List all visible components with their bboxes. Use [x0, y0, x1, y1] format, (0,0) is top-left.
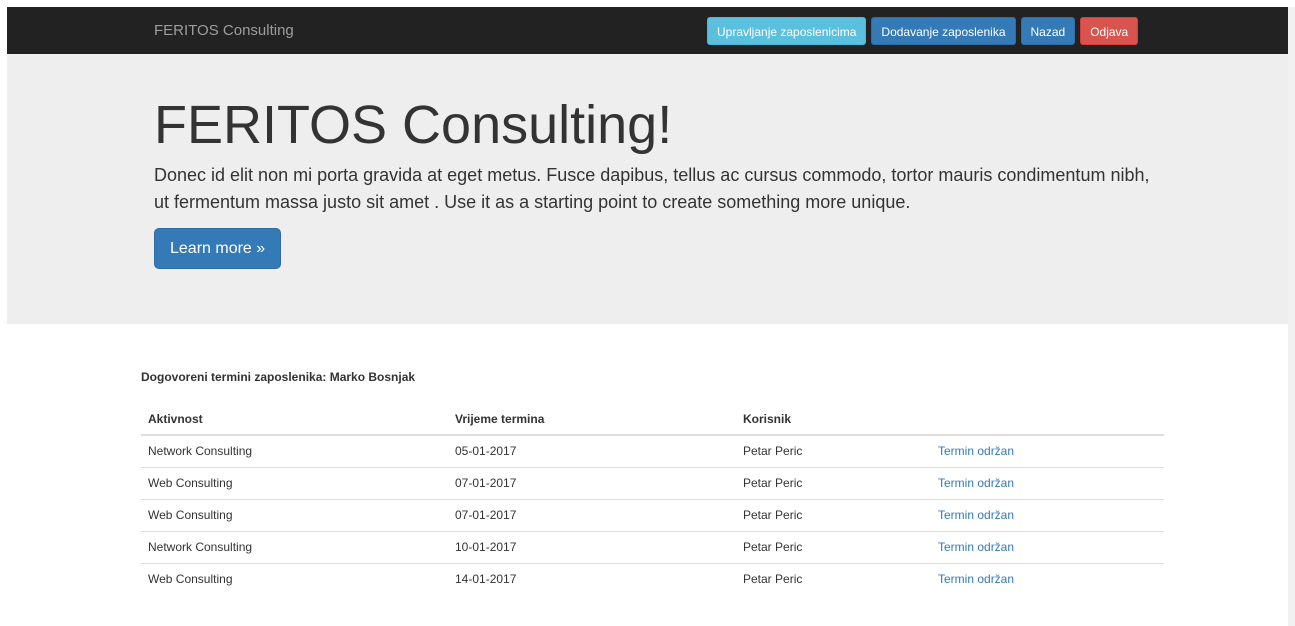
- back-button[interactable]: Nazad: [1020, 17, 1076, 45]
- header-date: Vrijeme termina: [448, 403, 736, 436]
- jumbotron-text: Donec id elit non mi porta gravida at eg…: [154, 165, 1150, 212]
- navbar-buttons: Upravljanje zaposlenicima Dodavanje zapo…: [707, 17, 1139, 45]
- cell-activity: Network Consulting: [141, 530, 448, 563]
- appointment-held-link[interactable]: Termin održan: [938, 540, 1014, 554]
- appointments-table: Aktivnost Vrijeme termina Korisnik Netwo…: [141, 403, 1164, 595]
- cell-action: Termin održan: [931, 466, 1164, 499]
- cell-action: Termin održan: [931, 435, 1164, 467]
- cell-user: Petar Peric: [736, 498, 931, 531]
- table-row: Web Consulting 07-01-2017 Petar Peric Te…: [141, 498, 1164, 531]
- cell-user: Petar Peric: [736, 530, 931, 563]
- table-row: Network Consulting 10-01-2017 Petar Peri…: [141, 530, 1164, 563]
- cell-action: Termin održan: [931, 498, 1164, 531]
- learn-more-button[interactable]: Learn more »: [154, 228, 282, 269]
- appointment-held-link[interactable]: Termin održan: [938, 476, 1014, 490]
- appointment-held-link[interactable]: Termin održan: [938, 508, 1014, 522]
- table-row: Web Consulting 14-01-2017 Petar Peric Te…: [141, 562, 1164, 595]
- table-header-row: Aktivnost Vrijeme termina Korisnik: [141, 403, 1164, 436]
- cell-activity: Web Consulting: [141, 466, 448, 499]
- navbar-brand[interactable]: FERITOS Consulting: [154, 7, 294, 54]
- navbar: FERITOS Consulting Upravljanje zaposleni…: [7, 7, 1288, 54]
- add-employee-button[interactable]: Dodavanje zaposlenika: [871, 17, 1016, 45]
- cell-user: Petar Peric: [736, 562, 931, 595]
- scrollbar[interactable]: [1288, 7, 1295, 626]
- appointments-title: Dogovoreni termini zaposlenika: Marko Bo…: [141, 370, 416, 384]
- cell-action: Termin održan: [931, 530, 1164, 563]
- header-user: Korisnik: [736, 403, 931, 436]
- appointment-held-link[interactable]: Termin održan: [938, 444, 1014, 458]
- header-action: [931, 403, 1164, 436]
- cell-date: 05-01-2017: [455, 444, 517, 459]
- cell-date: 07-01-2017: [448, 498, 736, 531]
- cell-activity: Network Consulting: [148, 444, 253, 459]
- page-title: FERITOS Consulting!: [154, 95, 673, 155]
- cell-user: Petar Peric: [743, 444, 803, 459]
- cell-activity: Web Consulting: [141, 498, 448, 531]
- header-activity: Aktivnost: [141, 403, 448, 436]
- cell-user: Petar Peric: [736, 466, 931, 499]
- table-row: Web Consulting 07-01-2017 Petar Peric Te…: [141, 466, 1164, 499]
- manage-employees-button[interactable]: Upravljanje zaposlenicima: [707, 17, 867, 45]
- top-strip: [0, 0, 1295, 7]
- cell-date: 10-01-2017: [448, 530, 736, 563]
- appointment-held-link[interactable]: Termin održan: [938, 572, 1014, 586]
- logout-button[interactable]: Odjava: [1080, 17, 1139, 45]
- cell-date: 14-01-2017: [448, 562, 736, 595]
- jumbotron: FERITOS Consulting! Donec id elit non mi…: [7, 54, 1288, 324]
- cell-date: 07-01-2017: [448, 466, 736, 499]
- cell-action: Termin održan: [931, 562, 1164, 595]
- cell-activity: Web Consulting: [141, 562, 448, 595]
- table-row: Network Consulting 05-01-2017 Petar Peri…: [141, 435, 1164, 467]
